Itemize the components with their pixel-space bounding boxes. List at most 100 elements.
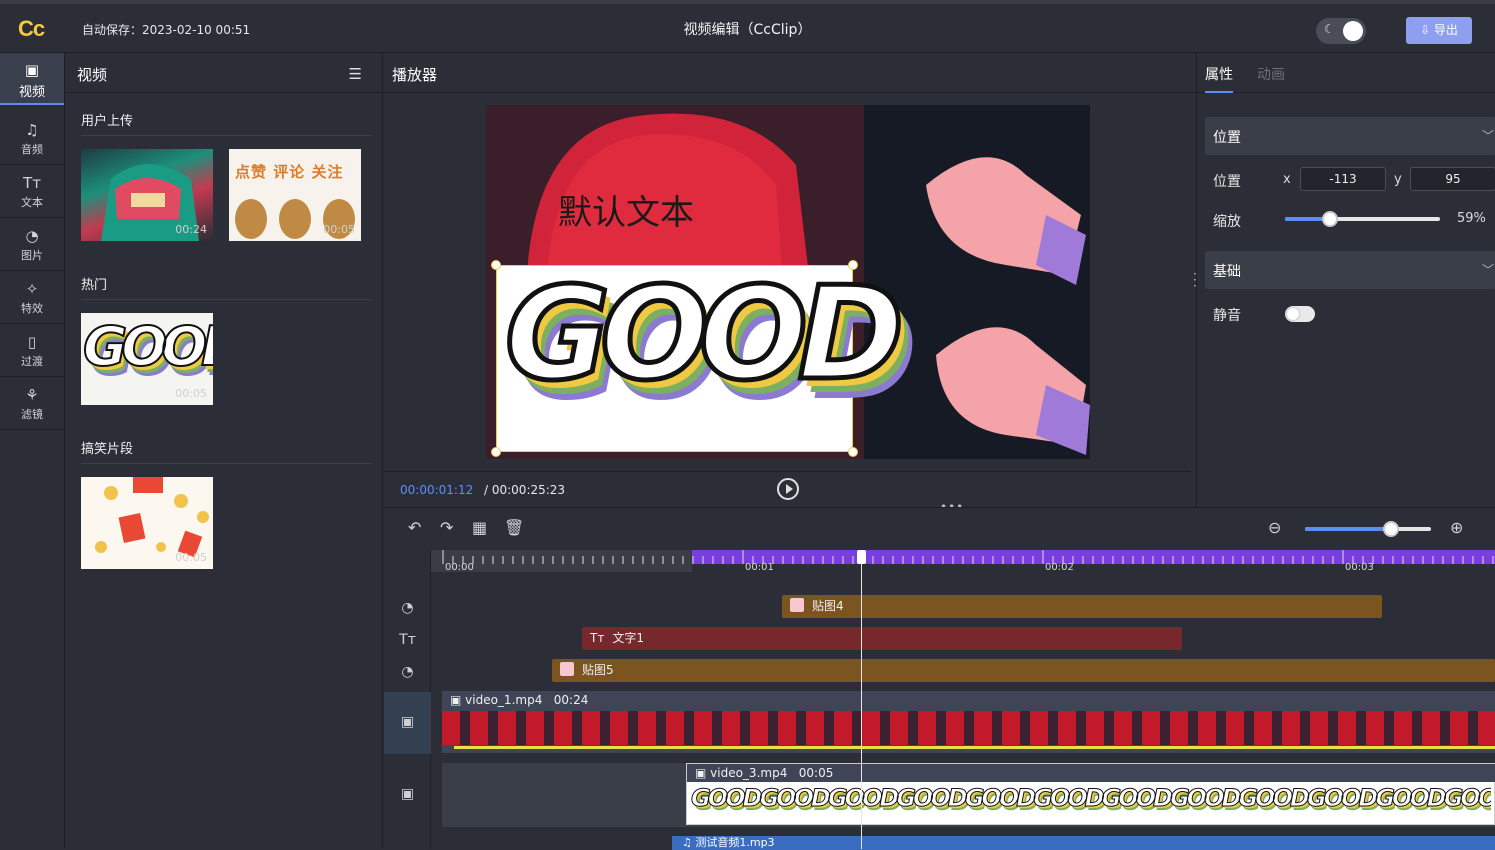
library-header: 视频 ☰ (65, 53, 382, 93)
rail-item-effect[interactable]: ✧ 特效 (0, 272, 64, 324)
sticker-clip[interactable]: 贴图5 (552, 659, 1495, 682)
overlay-text[interactable]: 默认文本 (558, 185, 694, 234)
position-label: 位置 (1213, 174, 1241, 190)
tick-label: 00:02 (1045, 562, 1074, 573)
ruler-ticks (442, 550, 1494, 564)
good-sticker: GOOD (503, 258, 907, 412)
x-input[interactable]: -113 (1300, 167, 1386, 191)
video-clip[interactable]: ▣ video_3.mp4 00:05 GOODGOODGOODGOODGOOD… (686, 763, 1495, 825)
redo-icon[interactable]: ↷ (440, 518, 453, 537)
resize-handle[interactable] (848, 260, 858, 270)
delete-icon[interactable]: 🗑 (504, 518, 524, 537)
media-thumbnail[interactable]: GOOD 00:05 (81, 313, 213, 405)
player-header: 播放器 (384, 53, 1195, 93)
rail-item-video[interactable]: ▣ 视频 (0, 53, 64, 105)
rail-item-image[interactable]: ◔ 图片 (0, 219, 64, 271)
media-thumbnail[interactable]: 点赞 评论 关注 00:05 (229, 149, 361, 241)
video-track-icon: ▣ (400, 714, 415, 730)
toggle-knob (1343, 21, 1363, 41)
video-icon: ▣ (450, 693, 466, 707)
menu-icon[interactable]: ☰ (349, 65, 362, 83)
text-clip[interactable]: Tт 文字1 (582, 627, 1182, 650)
undo-icon[interactable]: ↶ (408, 518, 421, 537)
chevron-down-icon: ﹀ (1481, 129, 1494, 143)
moon-icon: ☾ (1324, 22, 1335, 36)
tick-label: 00:03 (1345, 562, 1374, 573)
text-icon: Tт (590, 631, 605, 645)
zoom-in-icon[interactable]: ⊕ (1450, 518, 1463, 537)
playhead-handle[interactable] (857, 550, 866, 564)
tab-properties[interactable]: 属性 (1205, 64, 1233, 93)
text-icon: Tт (23, 174, 41, 192)
y-input[interactable]: 95 (1410, 167, 1495, 191)
video-icon: ▣ (24, 61, 40, 79)
video-clip[interactable]: ▣ video_1.mp4 00:24 (442, 691, 1495, 753)
effect-icon: ✧ (25, 280, 39, 298)
rail-item-text[interactable]: Tт 文本 (0, 166, 64, 218)
slider-knob[interactable] (1321, 211, 1338, 227)
section-title: 热门 (81, 274, 372, 300)
split-icon[interactable]: ▦ (472, 518, 487, 537)
media-duration: 00:05 (175, 551, 207, 564)
properties-panel: 属性 动画 位置 ﹀ 位置 x -113 y 95 缩放 59% 基础 ﹀ 静音… (1193, 53, 1495, 507)
time-ruler[interactable]: 00:00 00:01 00:02 00:03 (431, 550, 1495, 573)
tab-animation[interactable]: 动画 (1257, 64, 1285, 84)
filmstrip (442, 711, 1495, 745)
category-rail: ▣ 视频 ♫ 音频 Tт 文本 ◔ 图片 ✧ 特效 ▯ 过渡 ⚘ 滤镜 (0, 53, 65, 848)
sticker-icon (790, 598, 804, 612)
rail-item-transition[interactable]: ▯ 过渡 (0, 325, 64, 377)
sticker-track-icon: ◔ (401, 600, 414, 616)
play-button[interactable] (777, 478, 799, 500)
rail-item-filter[interactable]: ⚘ 滤镜 (0, 378, 64, 430)
resize-handle[interactable] (491, 260, 501, 270)
audio-icon: ♫ (682, 836, 696, 849)
y-label: y (1394, 172, 1402, 187)
rail-item-audio[interactable]: ♫ 音频 (0, 113, 64, 165)
basic-group-header[interactable]: 基础 ﹀ (1205, 251, 1495, 289)
video-icon: ▣ (695, 766, 711, 780)
mute-label: 静音 (1213, 308, 1241, 324)
sticker-icon (560, 662, 574, 676)
transition-icon: ▯ (27, 333, 37, 351)
tick-label: 00:00 (445, 562, 474, 573)
tick-label: 00:01 (745, 562, 774, 573)
media-thumbnail[interactable]: 00:24 (81, 149, 213, 241)
resize-handle[interactable] (491, 447, 501, 457)
media-duration: 00:05 (323, 223, 355, 236)
resize-handle[interactable] (848, 447, 858, 457)
app-title: 视频编辑（CcClip） (683, 22, 812, 38)
media-library: 视频 ☰ 用户上传 00:24 点赞 评论 关注 00:05 热门 GOOD 0… (65, 53, 383, 848)
sticker-clip[interactable]: 贴图4 (782, 595, 1382, 618)
sticker-selection[interactable]: GOOD (491, 258, 906, 457)
track-headers: ◔ Tт ◔ ▣ ▣ (384, 550, 431, 849)
drag-handle[interactable]: · · · (1193, 268, 1197, 292)
properties-tabs: 属性 动画 (1197, 53, 1495, 93)
scale-value: 59% (1457, 211, 1486, 226)
current-time: 00:00:01:12 (400, 483, 474, 497)
timeline-toolbar: ↶ ↷ ▦ 🗑 ⊖ ⊕ (384, 508, 1495, 550)
audio-waveform (454, 746, 1495, 749)
timeline-panel: ↶ ↷ ▦ 🗑 ⊖ ⊕ ◔ Tт ◔ ▣ ▣ 00:00 00:01 00:02… (384, 507, 1495, 850)
video-track-icon: ▣ (400, 786, 415, 802)
mute-toggle[interactable] (1285, 306, 1315, 322)
scale-label: 缩放 (1213, 214, 1241, 230)
theme-toggle[interactable]: ☾ (1316, 18, 1366, 44)
export-button[interactable]: ⇩ 导出 (1406, 17, 1472, 44)
audio-icon: ♫ (25, 121, 39, 139)
media-duration: 00:24 (175, 223, 207, 236)
position-group-header[interactable]: 位置 ﹀ (1205, 117, 1495, 155)
app-header: Cc 自动保存：2023-02-10 00:51 视频编辑（CcClip） ☾ … (0, 0, 1495, 53)
media-thumbnail[interactable]: 00:05 (81, 477, 213, 569)
text-track-icon: Tт (399, 632, 416, 648)
player-title: 播放器 (392, 66, 438, 84)
total-time: / 00:00:25:23 (484, 483, 566, 497)
media-duration: 00:05 (175, 387, 207, 400)
slider-knob[interactable] (1382, 521, 1399, 537)
x-label: x (1283, 172, 1291, 187)
video-preview[interactable]: 默认文本 GOOD (486, 105, 1090, 459)
player-panel: 播放器 默认文本 GOOD 00:00:01:12 / 00:00:25:23 (384, 53, 1195, 507)
section-title: 搞笑片段 (81, 438, 372, 464)
section-title: 用户上传 (81, 110, 372, 136)
zoom-out-icon[interactable]: ⊖ (1268, 518, 1281, 537)
chevron-down-icon: ﹀ (1481, 263, 1494, 277)
